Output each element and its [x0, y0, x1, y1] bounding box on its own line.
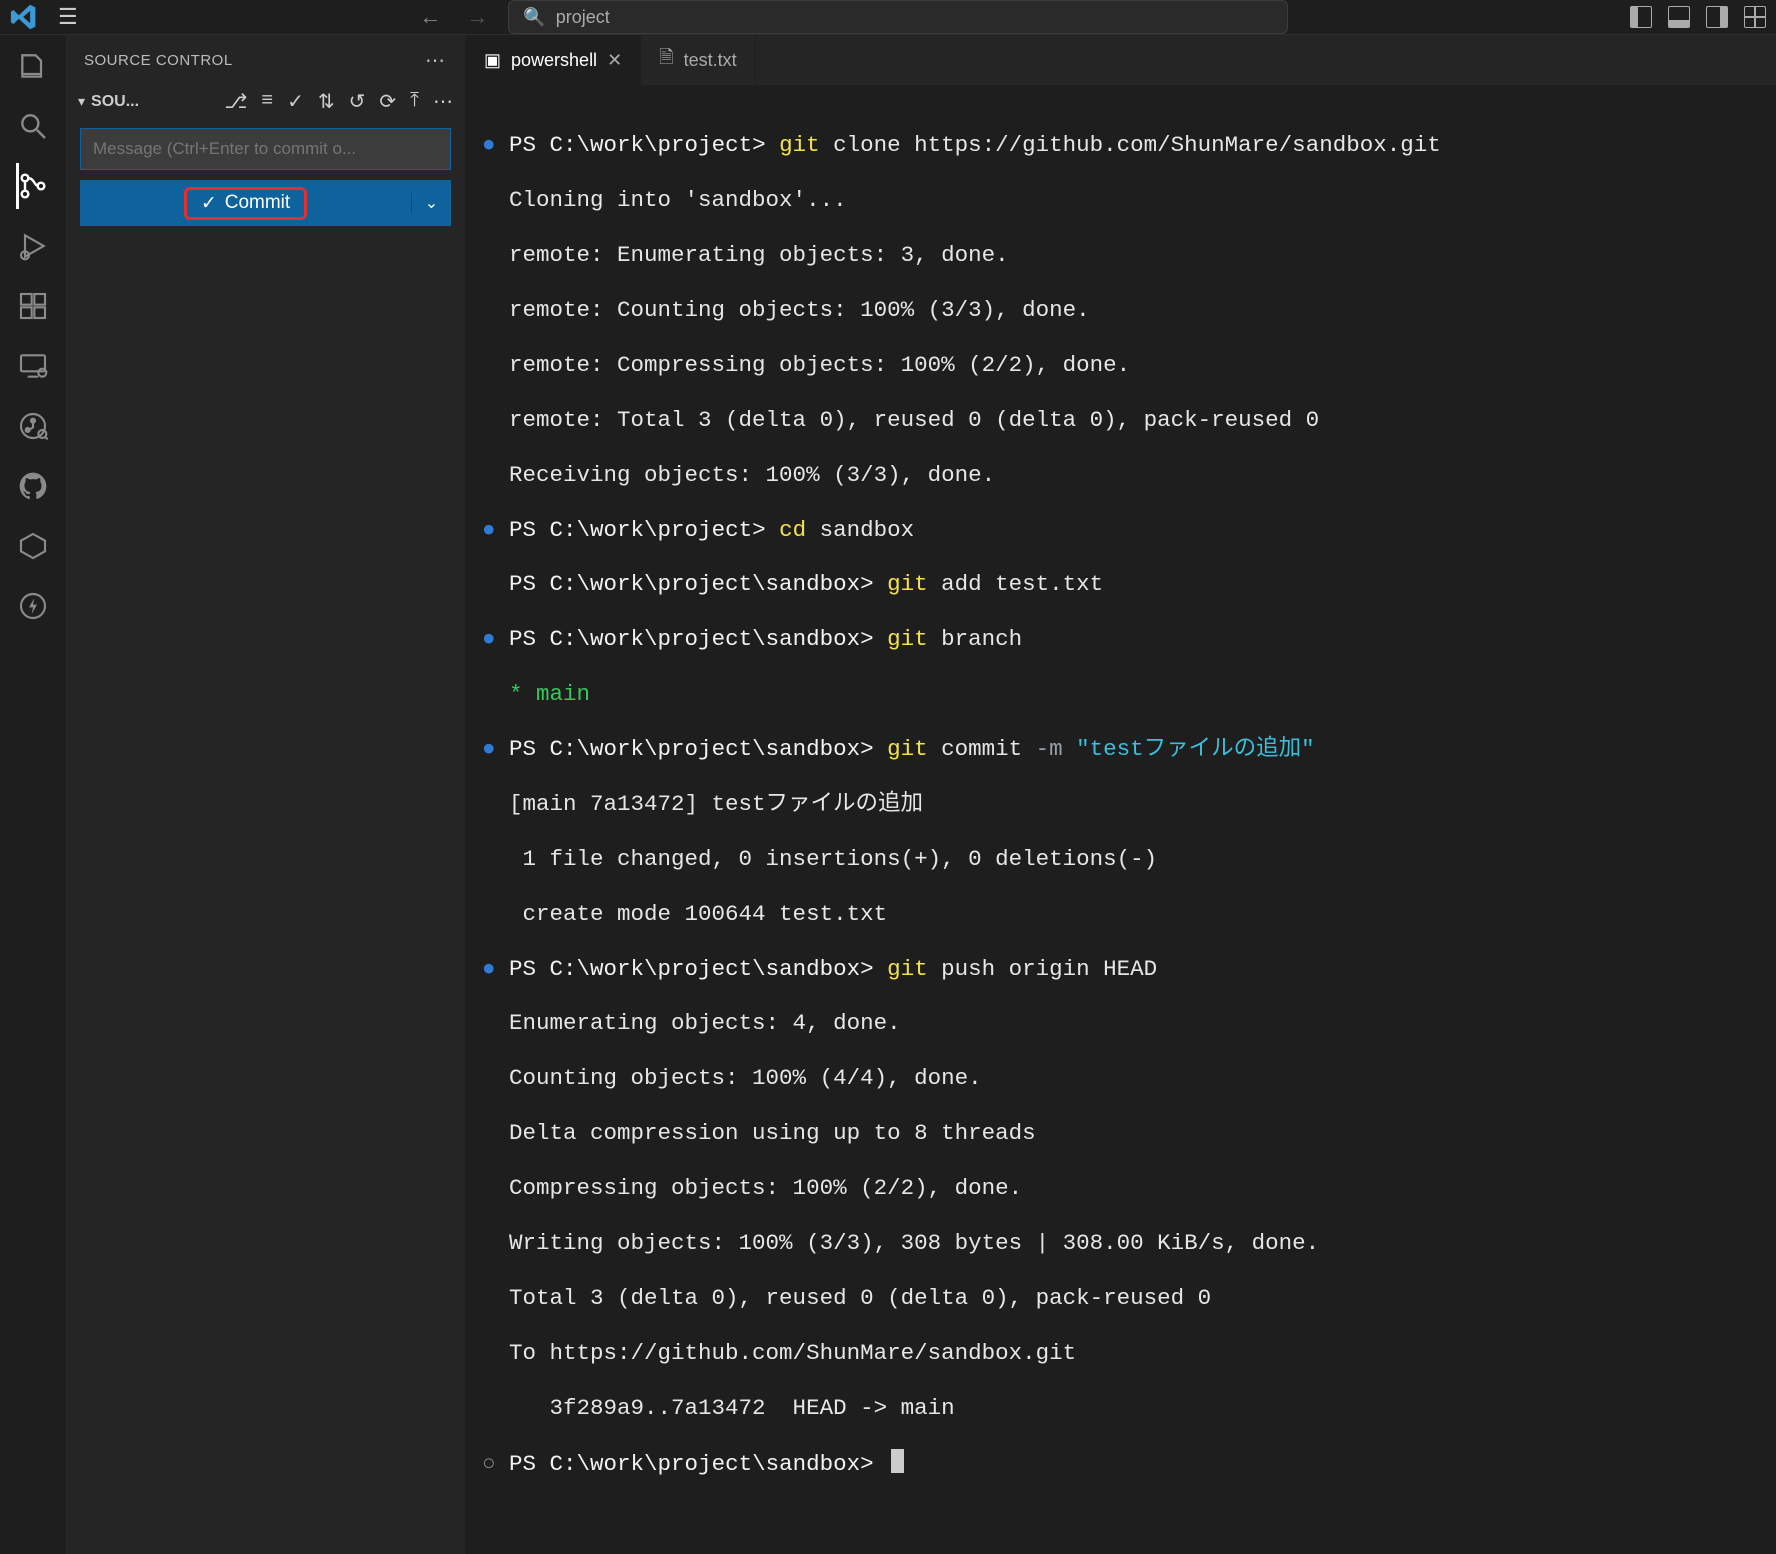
history-icon[interactable]: ↺	[349, 89, 366, 114]
branch-icon[interactable]: ⎇	[224, 89, 247, 114]
app-menu-button[interactable]: ☰	[58, 4, 78, 30]
nav-back-icon[interactable]: ←	[419, 4, 441, 30]
refresh-icon[interactable]: ⟳	[379, 89, 396, 114]
pull-request-icon[interactable]: ⇅	[318, 89, 335, 114]
check-icon[interactable]: ✓	[287, 89, 304, 114]
tab-label: test.txt	[684, 50, 737, 71]
terminal-file-icon: ▣	[484, 50, 501, 71]
repo-label[interactable]: SOU...	[91, 93, 139, 111]
list-tree-icon[interactable]: ≡	[261, 89, 273, 114]
more-icon[interactable]: ⋯	[433, 89, 453, 114]
editor-tabs: ▣ powershell ✕ 🗎 test.txt	[466, 35, 1776, 85]
toggle-panel-icon[interactable]	[1668, 6, 1690, 28]
search-placeholder: project	[556, 7, 610, 28]
thunder-icon[interactable]	[16, 589, 50, 623]
commit-button[interactable]: ✓ Commit ⌄	[80, 180, 451, 226]
source-control-icon[interactable]	[16, 169, 50, 203]
panel-title: SOURCE CONTROL	[84, 52, 233, 69]
terminal-output[interactable]: ● PS C:\work\project> git clone https://…	[466, 85, 1776, 1554]
run-debug-icon[interactable]	[16, 229, 50, 263]
toggle-primary-sidebar-icon[interactable]	[1630, 6, 1652, 28]
vscode-logo-icon	[10, 3, 38, 31]
commit-dropdown-icon[interactable]: ⌄	[411, 193, 451, 213]
activity-bar	[0, 35, 66, 1554]
panel-more-icon[interactable]: ⋯	[425, 48, 447, 73]
tab-label: powershell	[511, 50, 597, 71]
terminal-cursor	[891, 1449, 904, 1473]
github-icon[interactable]	[16, 469, 50, 503]
extensions-icon[interactable]	[16, 289, 50, 323]
explorer-icon[interactable]	[16, 49, 50, 83]
stage-icon[interactable]: ⤒	[410, 89, 419, 114]
git-graph-icon[interactable]	[16, 409, 50, 443]
hexagon-icon[interactable]	[16, 529, 50, 563]
source-control-panel: SOURCE CONTROL ⋯ ▾ SOU... ⎇ ≡ ✓ ⇅ ↺ ⟳ ⤒ …	[66, 35, 466, 1554]
text-file-icon: 🗎	[659, 45, 673, 75]
toggle-secondary-sidebar-icon[interactable]	[1706, 6, 1728, 28]
tab-powershell[interactable]: ▣ powershell ✕	[466, 35, 641, 85]
close-icon[interactable]: ✕	[607, 50, 622, 71]
check-icon: ✓	[201, 192, 217, 215]
commit-button-label: Commit	[225, 192, 290, 214]
chevron-down-icon[interactable]: ▾	[78, 93, 85, 110]
customize-layout-icon[interactable]	[1744, 6, 1766, 28]
title-bar: ☰ ← → 🔍 project	[0, 0, 1776, 35]
command-center-search[interactable]: 🔍 project	[508, 0, 1288, 34]
search-icon: 🔍	[523, 7, 545, 28]
commit-message-input[interactable]	[80, 128, 451, 170]
search-activity-icon[interactable]	[16, 109, 50, 143]
nav-forward-icon[interactable]: →	[466, 4, 488, 30]
tab-test-txt[interactable]: 🗎 test.txt	[641, 35, 756, 85]
remote-explorer-icon[interactable]	[16, 349, 50, 383]
